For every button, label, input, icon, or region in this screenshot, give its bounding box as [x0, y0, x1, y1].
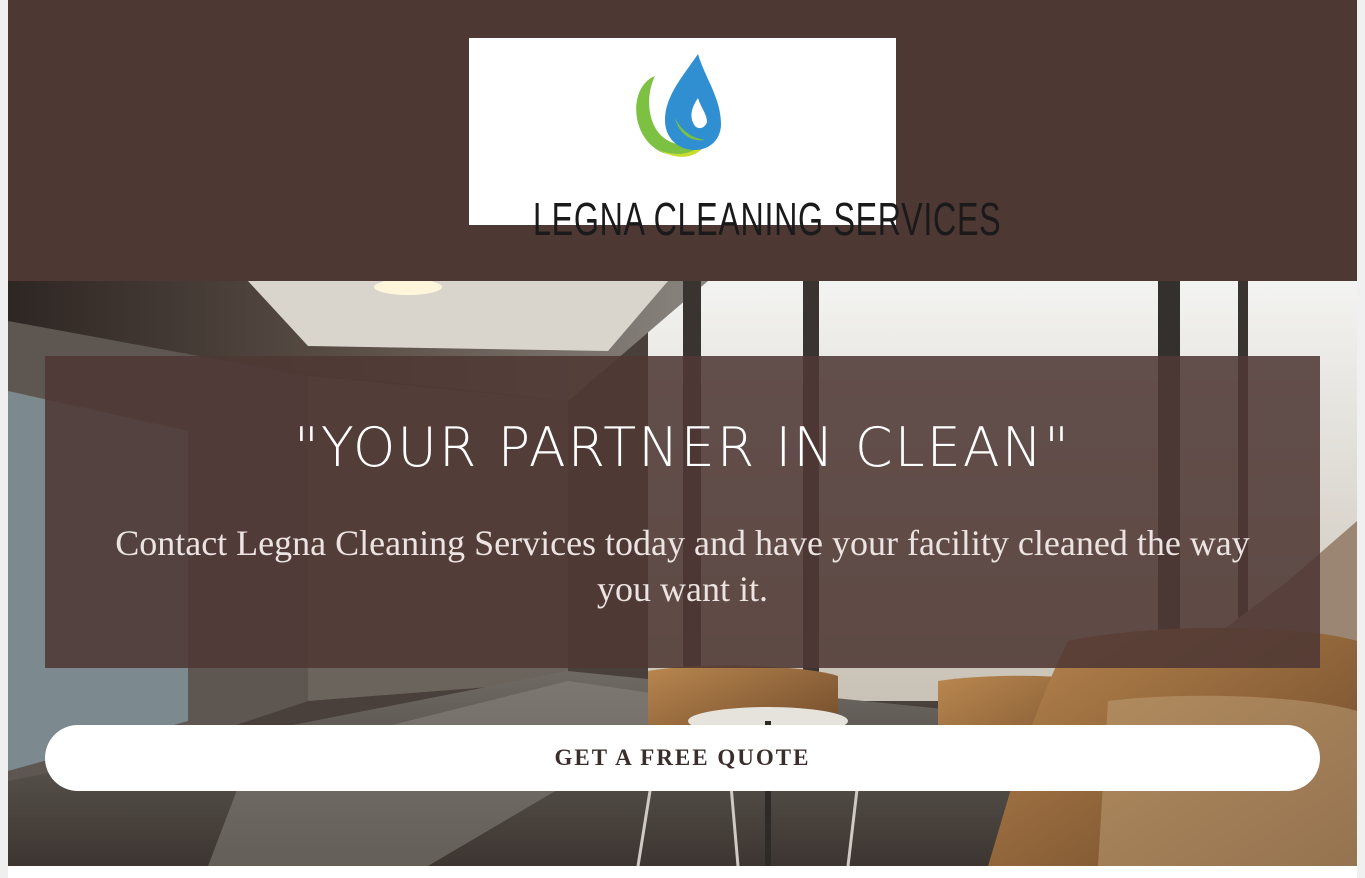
- logo-wordmark: LEGNA CLEANING SERVICES: [533, 193, 1002, 245]
- get-free-quote-button[interactable]: GET A FREE QUOTE: [45, 725, 1320, 791]
- content-start-strip: [8, 866, 1357, 878]
- hero-title: "YOUR PARTNER IN CLEAN": [294, 416, 1071, 479]
- page: LEGNA CLEANING SERVICES "YOUR PARTNER IN…: [0, 0, 1365, 878]
- logo-link[interactable]: LEGNA CLEANING SERVICES: [469, 38, 1001, 242]
- hero-subtitle: Contact Legna Cleaning Services today an…: [115, 523, 1250, 609]
- page-margin-left: [0, 0, 8, 878]
- site-header: LEGNA CLEANING SERVICES: [8, 0, 1357, 281]
- page-margin-right: [1357, 0, 1365, 878]
- hero-text-panel: "YOUR PARTNER IN CLEAN" Contact Legna Cl…: [45, 356, 1320, 668]
- get-free-quote-label: GET A FREE QUOTE: [554, 745, 811, 770]
